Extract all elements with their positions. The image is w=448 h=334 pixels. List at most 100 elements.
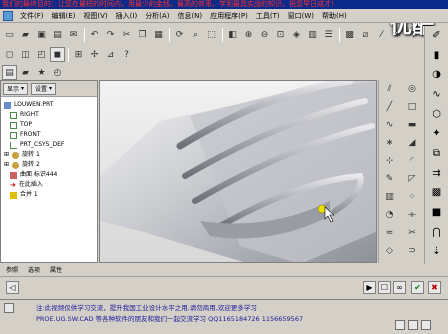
orient-icon[interactable]: ◈: [289, 27, 304, 42]
print-icon[interactable]: ▤: [50, 27, 65, 42]
open-folder-icon[interactable]: ▰: [18, 27, 33, 42]
folder-browser-tab-icon[interactable]: ▰: [18, 65, 33, 80]
select-filter-icon[interactable]: [408, 320, 418, 330]
zoom-out-icon[interactable]: ⊖: [257, 27, 272, 42]
history-tab-icon[interactable]: ◴: [50, 65, 65, 80]
shell-icon[interactable]: □: [404, 100, 420, 114]
filter-icon[interactable]: [395, 320, 405, 330]
model-tree-icon[interactable]: ⊞: [71, 47, 86, 62]
preview-icon[interactable]: ☐: [378, 281, 391, 294]
hole-icon[interactable]: ◎: [404, 82, 420, 96]
tab-properties[interactable]: 属性: [50, 265, 62, 274]
new-file-icon[interactable]: ▭: [2, 27, 17, 42]
dash-collapse-icon[interactable]: ◁: [6, 281, 19, 294]
repaint-icon[interactable]: ◧: [225, 27, 240, 42]
tree-item[interactable]: TOP: [4, 120, 94, 130]
draft-icon[interactable]: ◢: [404, 136, 420, 150]
offset-icon[interactable]: ⇉: [429, 166, 445, 181]
boundary-blend-icon[interactable]: ⬡: [429, 107, 445, 122]
extrude-side-icon[interactable]: ▮: [429, 48, 445, 63]
tree-item[interactable]: ⊞ 旋转 1: [4, 150, 94, 160]
wireframe-icon[interactable]: ◻: [2, 47, 17, 62]
project-icon[interactable]: ⇣: [429, 244, 445, 259]
refit-icon[interactable]: ⊡: [273, 27, 288, 42]
email-icon[interactable]: ✉: [66, 27, 81, 42]
show-dropdown[interactable]: 显示 ▾: [3, 82, 29, 95]
csys-tool-icon[interactable]: ⊹: [382, 154, 398, 168]
graphics-viewport[interactable]: [99, 80, 377, 263]
datum-curve-icon[interactable]: ∿: [382, 118, 398, 132]
menu-insert[interactable]: 插入(I): [112, 11, 142, 21]
thicken-icon[interactable]: ▩: [429, 185, 445, 200]
revolve-tool-icon[interactable]: ◔: [382, 208, 398, 222]
zoom-in-icon[interactable]: ⊕: [241, 27, 256, 42]
rib-icon[interactable]: ▬: [404, 118, 420, 132]
mirror-icon[interactable]: ⟛: [404, 208, 420, 222]
tab-references[interactable]: 参照: [6, 265, 18, 274]
datum-plane-icon[interactable]: ⫽: [382, 82, 398, 96]
plane-display-icon[interactable]: ⧄: [358, 27, 373, 42]
glasses-icon[interactable]: ∞: [393, 281, 406, 294]
trim-icon[interactable]: ✂: [404, 226, 420, 240]
cancel-icon[interactable]: ✖: [428, 281, 441, 294]
menu-tools[interactable]: 工具(T): [252, 11, 284, 21]
accept-icon[interactable]: ✔: [411, 281, 424, 294]
menu-file[interactable]: 文件(F): [16, 11, 48, 21]
cut-icon[interactable]: ✂: [119, 27, 134, 42]
saved-views-icon[interactable]: ▥: [305, 27, 320, 42]
tree-item[interactable]: FRONT: [4, 130, 94, 140]
redo-icon[interactable]: ↷: [103, 27, 118, 42]
point-display-icon[interactable]: ∗: [390, 27, 405, 42]
round-icon[interactable]: ◜: [404, 154, 420, 168]
hidden-line-icon[interactable]: ◫: [18, 47, 33, 62]
settings-dropdown[interactable]: 设置 ▾: [31, 82, 57, 95]
save-icon[interactable]: ▣: [34, 27, 49, 42]
revolve-side-icon[interactable]: ◑: [429, 67, 445, 82]
blend-icon[interactable]: ◇: [382, 244, 398, 258]
datum-icon[interactable]: ⊿: [103, 47, 118, 62]
chamfer-icon[interactable]: ◸: [404, 172, 420, 186]
tree-item[interactable]: LOUWEN.PRT: [4, 100, 94, 110]
menu-help[interactable]: 帮助(H): [318, 11, 351, 21]
favorites-tab-icon[interactable]: ★: [34, 65, 49, 80]
variable-sweep-icon[interactable]: ∿: [429, 87, 445, 102]
tree-item[interactable]: RIGHT: [4, 110, 94, 120]
layers-icon[interactable]: ☰: [321, 27, 336, 42]
menu-view[interactable]: 视图(V): [79, 11, 111, 21]
select-icon[interactable]: ⬚: [204, 27, 219, 42]
tree-item[interactable]: ⊞ 旋转 2: [4, 160, 94, 170]
csys-display-icon[interactable]: ⊹: [406, 27, 421, 42]
paste-icon[interactable]: ▦: [151, 27, 166, 42]
solidify-icon[interactable]: ■: [429, 205, 445, 220]
copy-geom-icon[interactable]: ⧉: [429, 146, 445, 161]
intersect-icon[interactable]: ⋂: [429, 225, 445, 240]
help-whatsthis-icon[interactable]: ?: [119, 47, 134, 62]
extrude-icon[interactable]: ▥: [382, 190, 398, 204]
sweep-icon[interactable]: ≈: [382, 226, 398, 240]
pattern-icon[interactable]: ⁘: [404, 190, 420, 204]
menu-edit[interactable]: 编辑(E): [48, 11, 80, 21]
menu-window[interactable]: 窗口(W): [284, 11, 318, 21]
datum-axis-icon[interactable]: ╱: [382, 100, 398, 114]
sketch-icon[interactable]: ✎: [382, 172, 398, 186]
search-tool-icon[interactable]: ⌕: [188, 27, 203, 42]
menu-applications[interactable]: 应用程序(P): [206, 11, 252, 21]
regenerate-icon[interactable]: ⟳: [172, 27, 187, 42]
menu-info[interactable]: 信息(N): [173, 11, 206, 21]
sketcher-icon[interactable]: ✐: [429, 28, 445, 43]
axis-display-icon[interactable]: ⁄: [374, 27, 389, 42]
copy-icon[interactable]: ❐: [135, 27, 150, 42]
merge-tool-icon[interactable]: ⊃: [404, 244, 420, 258]
tree-item[interactable]: ➜ 在此插入: [4, 180, 94, 190]
shading-icon[interactable]: ◼: [50, 47, 65, 62]
undo-icon[interactable]: ↶: [87, 27, 102, 42]
style-icon[interactable]: ✦: [429, 126, 445, 141]
menu-analysis[interactable]: 分析(A): [141, 11, 173, 21]
view-manager-icon[interactable]: ▩: [342, 27, 357, 42]
tab-options[interactable]: 选项: [28, 265, 40, 274]
tree-item[interactable]: 曲面 标识444: [4, 170, 94, 180]
play-icon[interactable]: ▶: [363, 281, 376, 294]
datum-point-icon[interactable]: ∗: [382, 136, 398, 150]
no-hidden-icon[interactable]: ◰: [34, 47, 49, 62]
status-icon[interactable]: [421, 320, 431, 330]
